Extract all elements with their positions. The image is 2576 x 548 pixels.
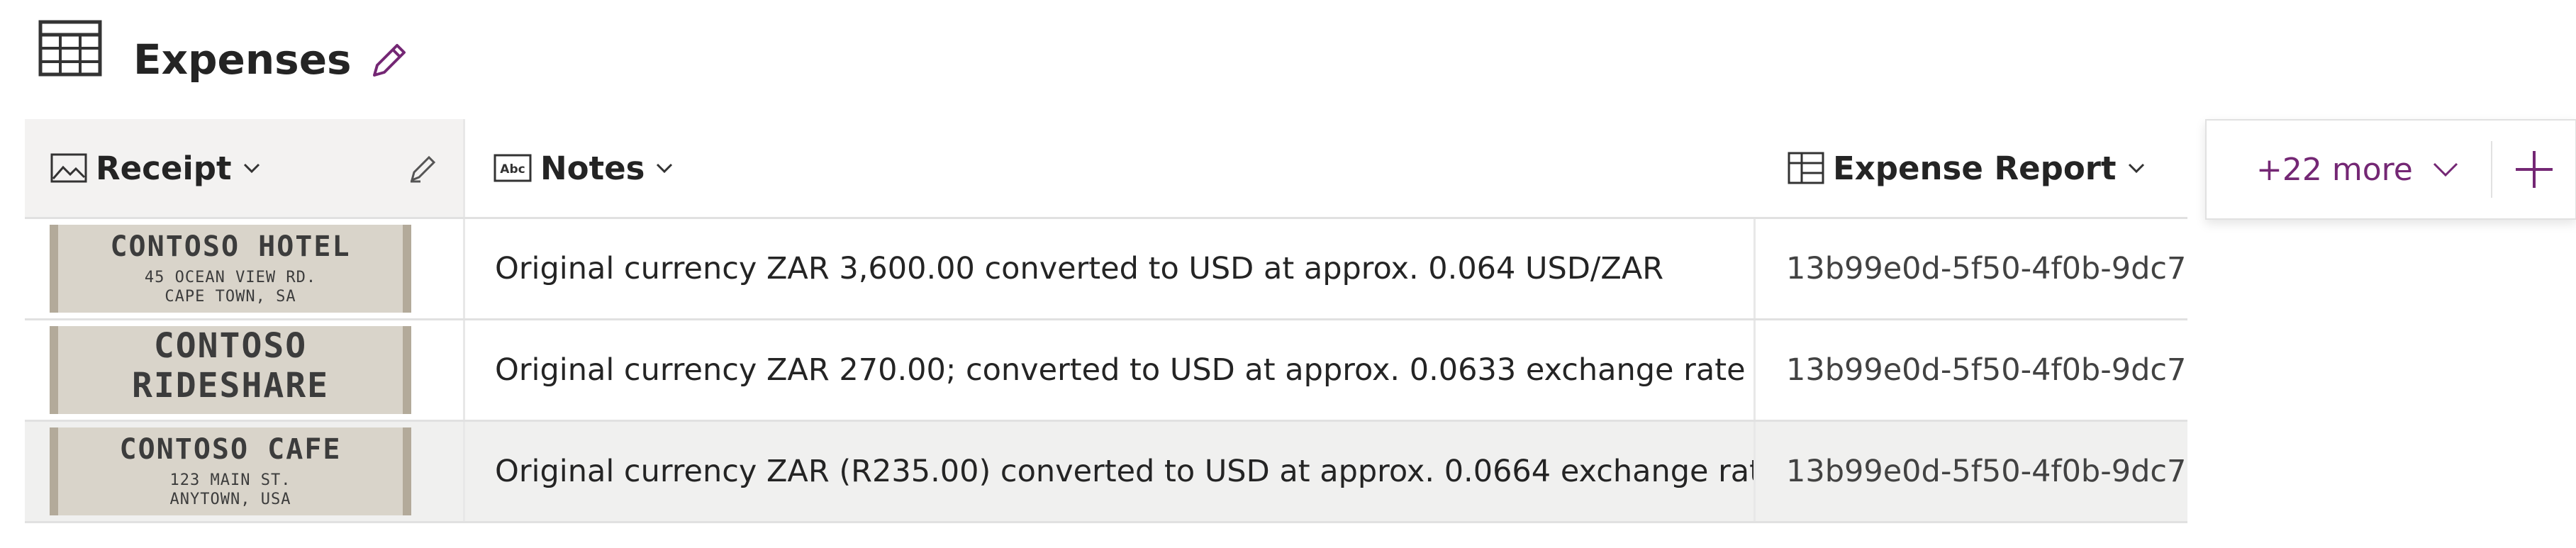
- column-header-label: Notes: [540, 149, 645, 187]
- receipt-text: ANYTOWN, USA: [169, 491, 291, 508]
- receipt-text: CONTOSO: [153, 326, 308, 366]
- text-abc-icon: Abc: [494, 154, 532, 182]
- add-column-button[interactable]: [2492, 121, 2575, 218]
- column-header-label: Receipt: [96, 149, 232, 187]
- image-icon: [50, 153, 87, 183]
- lookup-table-icon: [1788, 152, 1824, 184]
- more-columns-button[interactable]: +22 more: [2207, 121, 2463, 218]
- column-header-notes[interactable]: Abc Notes: [465, 119, 1756, 217]
- receipt-text: CONTOSO CAFE: [119, 433, 342, 466]
- column-header-expense-report[interactable]: Expense Report: [1756, 119, 2195, 217]
- expense-report-cell[interactable]: 13b99e0d-5f50-4f0b-9dc7-3(: [1758, 320, 2187, 420]
- receipt-image[interactable]: CONTOSO RIDESHARE: [50, 326, 411, 414]
- expenses-grid: Receipt Abc Notes Expense Report +22 mor…: [25, 119, 2576, 523]
- receipt-cell[interactable]: CONTOSO CAFE 123 MAIN ST. ANYTOWN, USA: [25, 422, 465, 521]
- receipt-image[interactable]: CONTOSO HOTEL 45 OCEAN VIEW RD. CAPE TOW…: [50, 225, 411, 313]
- table-row[interactable]: CONTOSO CAFE 123 MAIN ST. ANYTOWN, USA O…: [25, 422, 2187, 523]
- receipt-text: 123 MAIN ST.: [169, 471, 291, 489]
- column-header-receipt[interactable]: Receipt: [25, 119, 465, 217]
- table-row[interactable]: CONTOSO RIDESHARE Original currency ZAR …: [25, 320, 2187, 422]
- plus-icon: [2515, 151, 2553, 188]
- chevron-down-icon: [2433, 162, 2458, 177]
- receipt-text: CAPE TOWN, SA: [165, 288, 296, 306]
- pencil-icon[interactable]: [367, 40, 410, 82]
- notes-cell[interactable]: Original currency ZAR 3,600.00 converted…: [465, 219, 1756, 318]
- chevron-down-icon: [243, 163, 260, 174]
- expense-report-cell[interactable]: 13b99e0d-5f50-4f0b-9dc7-3(: [1758, 422, 2187, 521]
- svg-text:Abc: Abc: [500, 162, 525, 177]
- receipt-text: RIDESHARE: [131, 366, 330, 406]
- more-columns-panel: +22 more: [2205, 119, 2576, 220]
- table-row[interactable]: CONTOSO HOTEL 45 OCEAN VIEW RD. CAPE TOW…: [25, 219, 2187, 320]
- column-header-label: Expense Report: [1833, 149, 2117, 187]
- edit-column-icon[interactable]: [406, 152, 439, 184]
- chevron-down-icon: [2128, 163, 2144, 174]
- column-header-row: Receipt Abc Notes Expense Report: [25, 119, 2187, 219]
- receipt-cell[interactable]: CONTOSO RIDESHARE: [25, 320, 465, 420]
- receipt-image[interactable]: CONTOSO CAFE 123 MAIN ST. ANYTOWN, USA: [50, 427, 411, 515]
- notes-cell[interactable]: Original currency ZAR 270.00; converted …: [465, 320, 1756, 420]
- notes-cell[interactable]: Original currency ZAR (R235.00) converte…: [465, 422, 1756, 521]
- table-grid-icon: [38, 20, 102, 77]
- expense-report-cell[interactable]: 13b99e0d-5f50-4f0b-9dc7-3(: [1758, 219, 2187, 318]
- receipt-cell[interactable]: CONTOSO HOTEL 45 OCEAN VIEW RD. CAPE TOW…: [25, 219, 465, 318]
- chevron-down-icon: [657, 163, 673, 174]
- page-header: Expenses: [0, 0, 2576, 113]
- receipt-text: CONTOSO HOTEL: [110, 230, 351, 263]
- more-columns-label: +22 more: [2256, 151, 2413, 188]
- page-title: Expenses: [133, 35, 352, 84]
- receipt-text: 45 OCEAN VIEW RD.: [144, 269, 317, 286]
